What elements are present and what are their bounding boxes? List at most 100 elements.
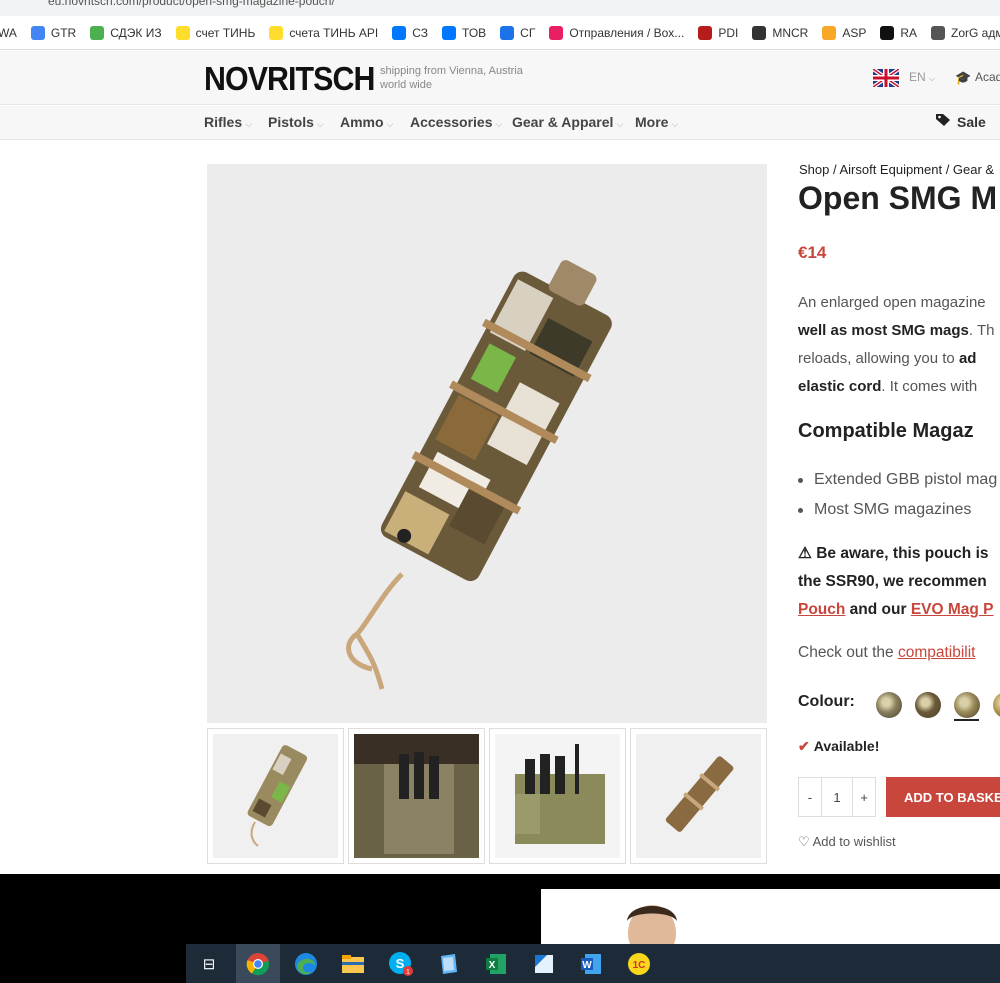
availability-text: Available! (813, 738, 880, 754)
nav-accessories[interactable]: Accessories ⌵ (410, 114, 502, 130)
thumbnail-3[interactable] (489, 728, 626, 864)
address-bar[interactable]: eu.novritsch.com/product/open-smg-magazi… (0, 0, 1000, 16)
thumbnail-image (495, 734, 620, 858)
thumbnail-4[interactable] (630, 728, 767, 864)
bookmark-item[interactable]: ZorG адми (931, 25, 1000, 40)
bookmark-item[interactable]: счета ТИНЬ API (269, 25, 379, 40)
notes-app-icon[interactable] (434, 949, 464, 979)
bookmark-item[interactable]: СЗ (392, 25, 429, 40)
pdi-icon (698, 25, 713, 40)
nav-rifles[interactable]: Rifles ⌵ (204, 114, 252, 130)
nav-pistols[interactable]: Pistols ⌵ (268, 114, 324, 130)
bookmark-item[interactable]: RA (880, 25, 917, 40)
svg-text:1: 1 (406, 969, 410, 976)
bookmark-item[interactable]: MNCR (752, 25, 808, 40)
colour-swatch-selected[interactable] (954, 692, 980, 718)
list-item: Most SMG magazines (798, 495, 997, 525)
product-main-image[interactable] (207, 164, 767, 723)
bookmark-item[interactable]: СДЭК ИЗ (90, 25, 162, 40)
bookmark-label: СЗ (412, 25, 429, 40)
nav-label: Ammo (340, 114, 384, 130)
windows-taskbar: ⊟ S1 X W 1C (0, 944, 1000, 983)
uk-flag-icon[interactable] (873, 69, 899, 87)
nav-label: Accessories (410, 114, 493, 130)
compatible-list: Extended GBB pistol mag Most SMG magazin… (798, 465, 997, 525)
bookmark-item[interactable]: Отправления / Box... (549, 25, 685, 40)
asp-icon (822, 25, 837, 40)
ra-icon (880, 25, 895, 40)
tagline-line-2: world wide (380, 79, 432, 91)
quantity-stepper: - 1 + (798, 777, 876, 817)
nav-label: Pistols (268, 114, 314, 130)
bookmark-item[interactable]: ТОВ (442, 25, 486, 40)
warning-icon: ⚠ (798, 545, 812, 562)
pouch-link[interactable]: Pouch (798, 601, 845, 618)
svg-text:W: W (582, 960, 592, 971)
bookmark-item[interactable]: счет ТИНЬ (175, 25, 255, 40)
tinkoff-icon (269, 25, 284, 40)
warning-text: Be aware, this pouch is (816, 545, 989, 562)
colour-swatch[interactable] (915, 692, 941, 718)
wishlist-label: Add to wishlist (812, 834, 896, 849)
colour-swatch[interactable] (993, 692, 1000, 718)
thumbnail-image (213, 734, 338, 858)
chrome-icon[interactable] (243, 949, 273, 979)
bookmark-item[interactable]: ASP (822, 25, 866, 40)
thumbnail-1[interactable] (207, 728, 344, 864)
edge-icon[interactable] (291, 949, 321, 979)
nav-label: Gear & Apparel (512, 114, 614, 130)
nav-sale[interactable]: Sale (935, 113, 986, 130)
bookmark-item[interactable]: СГ (500, 25, 536, 40)
nav-gear-apparel[interactable]: Gear & Apparel ⌵ (512, 114, 623, 130)
word-icon[interactable]: W (576, 949, 606, 979)
qty-input[interactable]: 1 (820, 778, 854, 816)
language-label: EN (909, 70, 926, 84)
language-selector[interactable]: EN ⌵ (909, 70, 935, 84)
warning-note: ⚠ Be aware, this pouch is the SSR90, we … (798, 540, 1000, 624)
qty-plus-button[interactable]: + (853, 778, 875, 816)
file-explorer-icon[interactable] (338, 949, 368, 979)
mncr-icon (752, 25, 767, 40)
colour-swatch[interactable] (876, 692, 902, 718)
thumbnail-2[interactable] (348, 728, 485, 864)
box-icon (549, 25, 564, 40)
promo-popup[interactable] (541, 889, 1000, 945)
cdek-icon (90, 25, 105, 40)
desc-text: . It comes with (881, 378, 978, 395)
add-to-basket-button[interactable]: ADD TO BASKET (886, 777, 1000, 817)
desc-text: . Th (968, 322, 995, 339)
breadcrumb[interactable]: Shop / Airsoft Equipment / Gear & (799, 162, 994, 177)
chevron-down-icon: ⌵ (671, 119, 679, 129)
url-text: eu.novritsch.com/product/open-smg-magazi… (48, 0, 335, 8)
skype-icon[interactable]: S1 (386, 949, 416, 979)
excel-icon[interactable]: X (481, 949, 511, 979)
thumbnail-image (354, 734, 479, 858)
desc-line: elastic cord. It comes with (798, 373, 1000, 401)
bookmark-item[interactable]: PDI (698, 25, 738, 40)
add-to-wishlist-link[interactable]: ♡ Add to wishlist (798, 834, 896, 850)
bookmark-label: Отправления / Box... (569, 25, 685, 40)
bookmark-item[interactable]: GTR (30, 25, 76, 40)
nav-more[interactable]: More ⌵ (635, 114, 678, 130)
1c-icon[interactable]: 1C (624, 949, 654, 979)
site-logo[interactable]: NOVRITSCH (204, 60, 375, 98)
evo-mag-pouch-link[interactable]: EVO Mag P (911, 601, 994, 618)
nav-ammo[interactable]: Ammo ⌵ (340, 114, 393, 130)
task-view-icon[interactable]: ⊟ (194, 949, 224, 979)
magazine-pouch-image (207, 164, 767, 723)
bookmark-label: счета ТИНЬ API (289, 25, 379, 40)
sticky-app-icon[interactable] (529, 949, 559, 979)
svg-text:1C: 1C (633, 960, 646, 971)
bookmark-label: СГ (520, 25, 536, 40)
academy-link[interactable]: Acad (975, 70, 1000, 84)
tinkoff-icon (175, 25, 190, 40)
tag-icon (936, 114, 950, 126)
compatibility-link[interactable]: compatibilit (898, 644, 976, 661)
warning-line: the SSR90, we recommen (798, 573, 987, 590)
bookmark-label: СДЭК ИЗ (110, 25, 162, 40)
bookmark-label: WA (0, 25, 17, 40)
svg-text:X: X (489, 960, 496, 971)
bookmark-item[interactable]: WA (0, 26, 17, 40)
qty-minus-button[interactable]: - (799, 778, 821, 816)
desc-text: reloads, allowing you to (798, 350, 959, 367)
